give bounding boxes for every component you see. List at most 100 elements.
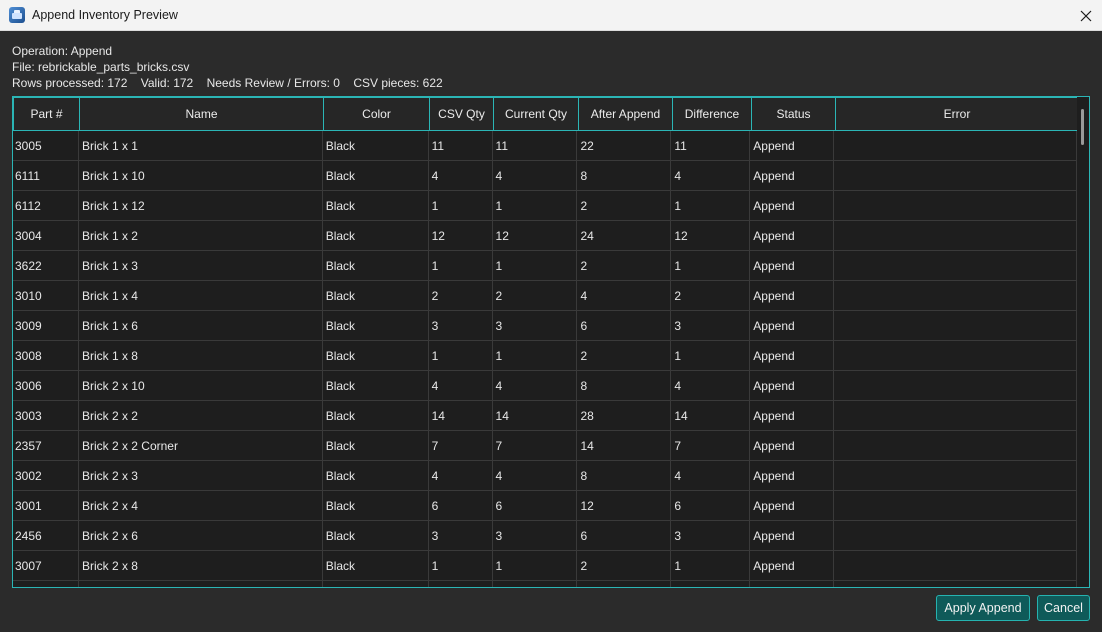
preview-table[interactable]: Part # Name Color CSV Qty Current Qty After A… xyxy=(12,96,1090,588)
cancel-button[interactable]: Cancel xyxy=(1037,595,1090,621)
cell-part-number: 3009 xyxy=(13,311,79,341)
cell-color: Black xyxy=(323,161,429,191)
cell-current-qty: 2 xyxy=(493,281,578,311)
cell-difference: 11 xyxy=(671,131,751,161)
cell-current-qty: 6 xyxy=(493,491,578,521)
app-icon xyxy=(9,7,25,23)
cell-name: Brick 2 x 8 xyxy=(79,551,323,581)
vertical-scrollbar[interactable] xyxy=(1077,97,1089,587)
cell-current-qty: 14 xyxy=(493,401,578,431)
table-row[interactable] xyxy=(13,581,1077,587)
cell-part-number: 3008 xyxy=(13,341,79,371)
column-header-status[interactable]: Status xyxy=(751,97,836,131)
cell-csv-qty xyxy=(429,581,493,587)
cell-status: Append xyxy=(750,401,835,431)
cell-name: Brick 2 x 4 xyxy=(79,491,323,521)
table-row[interactable]: 3001 Brick 2 x 4 Black 6 6 12 6 Append xyxy=(13,491,1077,521)
table-row[interactable]: 2357 Brick 2 x 2 Corner Black 7 7 14 7 Append xyxy=(13,431,1077,461)
cell-current-qty: 1 xyxy=(493,551,578,581)
cell-csv-qty: 4 xyxy=(429,371,493,401)
cell-current-qty: 4 xyxy=(493,461,578,491)
column-header-csv-qty[interactable]: CSV Qty xyxy=(429,97,494,131)
table-row[interactable]: 6112 Brick 1 x 12 Black 1 1 2 1 Append xyxy=(13,191,1077,221)
cell-color: Black xyxy=(323,131,429,161)
cell-color: Black xyxy=(323,311,429,341)
table-row[interactable]: 3002 Brick 2 x 3 Black 4 4 8 4 Append xyxy=(13,461,1077,491)
cell-color: Black xyxy=(323,191,429,221)
table-row[interactable]: 3622 Brick 1 x 3 Black 1 1 2 1 Append xyxy=(13,251,1077,281)
cell-error xyxy=(834,281,1077,311)
cell-csv-qty: 7 xyxy=(429,431,493,461)
valid-label: Valid: 172 xyxy=(140,76,194,90)
cell-color: Black xyxy=(323,371,429,401)
cell-color: Black xyxy=(323,431,429,461)
column-header-current-qty[interactable]: Current Qty xyxy=(493,97,579,131)
cell-name: Brick 1 x 3 xyxy=(79,251,323,281)
cell-csv-qty: 4 xyxy=(429,461,493,491)
column-header-part-number[interactable]: Part # xyxy=(13,97,80,131)
column-header-color[interactable]: Color xyxy=(323,97,430,131)
cell-after-append: 2 xyxy=(577,251,672,281)
needs-review-label: Needs Review / Errors: 0 xyxy=(206,76,340,90)
cell-status: Append xyxy=(750,371,835,401)
cell-after-append: 6 xyxy=(577,311,672,341)
table-row[interactable]: 3005 Brick 1 x 1 Black 11 11 22 11 Append xyxy=(13,131,1077,161)
table-row[interactable]: 3010 Brick 1 x 4 Black 2 2 4 2 Append xyxy=(13,281,1077,311)
title-bar: Append Inventory Preview xyxy=(0,0,1102,31)
cell-after-append xyxy=(577,581,672,587)
table-row[interactable]: 3003 Brick 2 x 2 Black 14 14 28 14 Append xyxy=(13,401,1077,431)
cell-part-number: 3005 xyxy=(13,131,79,161)
cell-status: Append xyxy=(750,311,835,341)
cell-after-append: 8 xyxy=(577,371,672,401)
table-row[interactable]: 3009 Brick 1 x 6 Black 3 3 6 3 Append xyxy=(13,311,1077,341)
cell-after-append: 8 xyxy=(577,461,672,491)
cell-after-append: 28 xyxy=(577,401,672,431)
cell-status: Append xyxy=(750,491,835,521)
csv-pieces-label: CSV pieces: 622 xyxy=(353,76,443,90)
close-button[interactable] xyxy=(1070,0,1102,31)
table-row[interactable]: 3004 Brick 1 x 2 Black 12 12 24 12 Append xyxy=(13,221,1077,251)
table-row[interactable]: 3008 Brick 1 x 8 Black 1 1 2 1 Append xyxy=(13,341,1077,371)
table-row[interactable]: 3006 Brick 2 x 10 Black 4 4 8 4 Append xyxy=(13,371,1077,401)
cell-status: Append xyxy=(750,251,835,281)
column-header-name[interactable]: Name xyxy=(79,97,324,131)
stats-line: Rows processed: 172 Valid: 172 Needs Rev… xyxy=(12,75,453,91)
cell-csv-qty: 6 xyxy=(429,491,493,521)
cell-name: Brick 2 x 2 xyxy=(79,401,323,431)
table-row[interactable]: 6111 Brick 1 x 10 Black 4 4 8 4 Append xyxy=(13,161,1077,191)
cell-error xyxy=(834,341,1077,371)
cell-current-qty: 4 xyxy=(493,371,578,401)
cell-color: Black xyxy=(323,251,429,281)
cell-difference: 1 xyxy=(671,251,751,281)
column-header-after-append[interactable]: After Append xyxy=(578,97,673,131)
table-row[interactable]: 3007 Brick 2 x 8 Black 1 1 2 1 Append xyxy=(13,551,1077,581)
summary-info: Operation: Append File: rebrickable_part… xyxy=(12,43,453,91)
cell-part-number: 3001 xyxy=(13,491,79,521)
cell-current-qty xyxy=(493,581,578,587)
cell-name: Brick 1 x 6 xyxy=(79,311,323,341)
cell-color: Black xyxy=(323,521,429,551)
cell-status: Append xyxy=(750,131,835,161)
cell-error xyxy=(834,551,1077,581)
table-row[interactable]: 2456 Brick 2 x 6 Black 3 3 6 3 Append xyxy=(13,521,1077,551)
scrollbar-thumb[interactable] xyxy=(1081,109,1084,145)
cell-name: Brick 1 x 4 xyxy=(79,281,323,311)
cell-current-qty: 1 xyxy=(493,251,578,281)
cell-after-append: 6 xyxy=(577,521,672,551)
cell-error xyxy=(834,431,1077,461)
column-header-difference[interactable]: Difference xyxy=(672,97,752,131)
cell-status: Append xyxy=(750,461,835,491)
cell-name xyxy=(79,581,323,587)
cell-part-number: 2456 xyxy=(13,521,79,551)
cell-csv-qty: 2 xyxy=(429,281,493,311)
cell-error xyxy=(834,581,1077,587)
cell-csv-qty: 3 xyxy=(429,521,493,551)
cell-after-append: 4 xyxy=(577,281,672,311)
close-icon xyxy=(1080,10,1092,21)
cell-name: Brick 1 x 2 xyxy=(79,221,323,251)
cell-error xyxy=(834,401,1077,431)
cell-name: Brick 2 x 3 xyxy=(79,461,323,491)
apply-append-button[interactable]: Apply Append xyxy=(936,595,1030,621)
cell-difference: 3 xyxy=(671,521,751,551)
column-header-error[interactable]: Error xyxy=(835,97,1079,131)
